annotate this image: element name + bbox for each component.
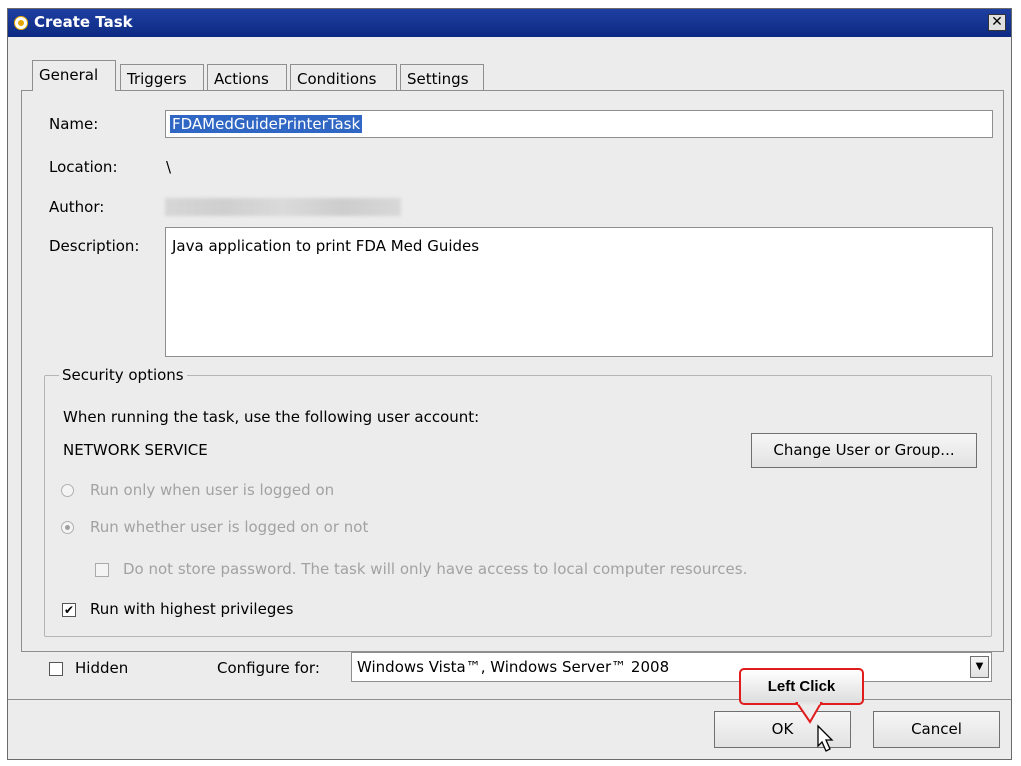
highest-privileges-checkbox[interactable]: ✔ [62,603,76,617]
window-title: Create Task [34,13,133,31]
mouse-pointer-icon [817,724,834,752]
security-options-legend: Security options [59,366,187,384]
radio-run-whether-label: Run whether user is logged on or not [90,518,369,536]
title-bar[interactable]: Create Task ✕ [8,9,1011,37]
name-value: FDAMedGuidePrinterTask [170,115,363,133]
task-scheduler-icon [14,16,28,30]
tab-general[interactable]: General [32,60,116,91]
account-prompt: When running the task, use the following… [63,408,480,426]
description-label: Description: [49,237,140,255]
author-label: Author: [49,198,105,216]
name-field[interactable]: FDAMedGuidePrinterTask [165,110,993,138]
author-value-blurred [165,198,401,216]
no-store-password-label: Do not store password. The task will onl… [123,560,748,578]
tab-actions[interactable]: Actions [207,64,287,91]
change-user-or-group-button[interactable]: Change User or Group... [751,433,977,468]
account-name: NETWORK SERVICE [63,441,208,459]
location-value: \ [166,158,172,176]
tab-settings[interactable]: Settings [400,64,484,91]
radio-selected-dot [65,525,70,530]
description-value: Java application to print FDA Med Guides [172,237,480,255]
location-label: Location: [49,158,118,176]
highest-privileges-label: Run with highest privileges [90,600,294,618]
callout-pointer [795,702,823,724]
hidden-checkbox[interactable] [49,662,63,676]
cancel-button[interactable]: Cancel [873,711,1000,748]
name-label: Name: [49,115,99,133]
radio-run-logged-on[interactable] [61,484,74,497]
no-store-password-checkbox[interactable] [95,563,109,577]
tab-triggers[interactable]: Triggers [120,64,204,91]
description-field[interactable]: Java application to print FDA Med Guides [165,227,993,357]
chevron-down-icon[interactable]: ▼ [970,656,989,678]
configure-for-select[interactable]: Windows Vista™, Windows Server™ 2008 ▼ [351,652,992,682]
configure-for-label: Configure for: [217,659,320,677]
radio-run-whether[interactable] [61,521,74,534]
radio-run-logged-on-label: Run only when user is logged on [90,481,335,499]
left-click-callout: Left Click [739,668,864,705]
tab-conditions[interactable]: Conditions [290,64,397,91]
close-button[interactable]: ✕ [988,14,1006,31]
hidden-label: Hidden [75,659,129,677]
configure-for-value: Windows Vista™, Windows Server™ 2008 [357,658,670,676]
